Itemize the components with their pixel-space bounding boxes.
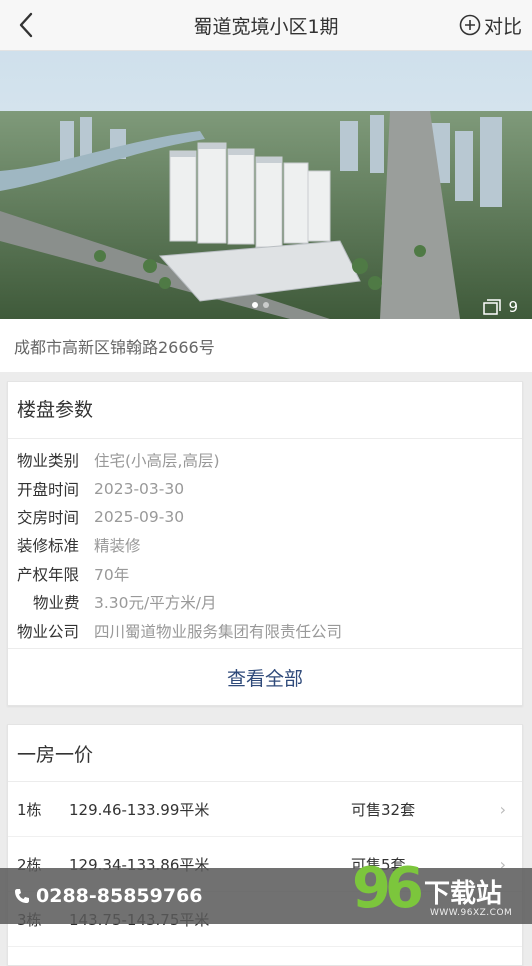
page-title: 蜀道宽境小区1期: [193, 15, 339, 38]
back-button[interactable]: [10, 8, 42, 42]
building-row[interactable]: 1栋 129.46-133.99平米 可售32套 ›: [8, 782, 522, 837]
param-value: 2025-09-30: [94, 507, 185, 526]
param-value: 住宅(小高层,高层): [94, 452, 220, 471]
param-label: 物业公司: [17, 622, 80, 641]
address-text: 成都市高新区锦翰路2666号: [14, 337, 215, 357]
address-bar: 成都市高新区锦翰路2666号: [0, 319, 532, 372]
carousel-indicator: [252, 302, 269, 308]
compare-label: 对比: [483, 15, 522, 38]
param-row: 产权年限 70年: [8, 560, 522, 588]
param-row: 交房时间 2025-09-30: [8, 503, 522, 531]
phone-icon: [15, 889, 29, 903]
watermark-name: 下载站: [424, 879, 503, 909]
hero-image-carousel[interactable]: [0, 51, 532, 319]
call-button[interactable]: 0288-85859766: [14, 868, 203, 924]
property-params-card: 楼盘参数 物业类别 住宅(小高层,高层) 开盘时间 2023-03-30 交房时…: [7, 381, 523, 706]
param-row: 装修标准 精装修: [8, 531, 522, 559]
watermark-url: WWW.96XZ.COM: [430, 908, 513, 918]
param-value: 3.30元/平方米/月: [94, 594, 217, 613]
unit-price-card: 一房一价 1栋 129.46-133.99平米 可售32套 › 2栋 129.3…: [7, 724, 523, 966]
building-rendering-image: [0, 51, 532, 319]
param-label: 物业费: [33, 594, 80, 613]
plus-circle-icon: [459, 14, 481, 36]
gallery-icon: [483, 299, 502, 315]
param-value: 精装修: [94, 537, 141, 556]
param-label: 物业类别: [17, 452, 80, 471]
building-name: 1栋: [17, 800, 42, 819]
building-available: 可售32套: [351, 800, 416, 819]
bottom-call-bar: 0288-85859766 96 下载站 WWW.96XZ.COM: [0, 856, 532, 924]
param-row: 物业公司 四川蜀道物业服务集团有限责任公司: [8, 616, 522, 644]
building-area: 129.46-133.99平米: [69, 800, 210, 819]
chevron-right-icon: ›: [499, 799, 506, 819]
chevron-left-icon: [19, 12, 33, 38]
param-value: 四川蜀道物业服务集团有限责任公司: [94, 622, 343, 641]
param-value: 70年: [94, 565, 130, 584]
param-row: 开盘时间 2023-03-30: [8, 474, 522, 502]
carousel-dot: [263, 302, 269, 308]
params-section-title: 楼盘参数: [8, 382, 522, 439]
param-label: 装修标准: [17, 537, 80, 556]
view-all-button[interactable]: 查看全部: [8, 648, 522, 705]
top-nav-bar: 蜀道宽境小区1期 对比: [0, 0, 532, 51]
params-list: 物业类别 住宅(小高层,高层) 开盘时间 2023-03-30 交房时间 202…: [8, 439, 522, 645]
phone-number: 0288-85859766: [36, 885, 203, 907]
photo-count: 9: [508, 298, 518, 316]
param-label: 交房时间: [17, 508, 80, 527]
param-value: 2023-03-30: [94, 479, 185, 498]
param-row: 物业类别 住宅(小高层,高层): [8, 446, 522, 474]
photo-count-badge[interactable]: 9: [483, 296, 518, 318]
param-label: 开盘时间: [17, 480, 80, 499]
prices-section-title: 一房一价: [8, 725, 522, 782]
param-row: 物业费 3.30元/平方米/月: [8, 588, 522, 616]
compare-button[interactable]: 对比: [459, 10, 522, 40]
param-label: 产权年限: [17, 565, 80, 584]
watermark-logo: 96 下载站 WWW.96XZ.COM: [350, 856, 532, 924]
carousel-dot: [252, 302, 258, 308]
watermark-digits: 96: [352, 856, 424, 921]
